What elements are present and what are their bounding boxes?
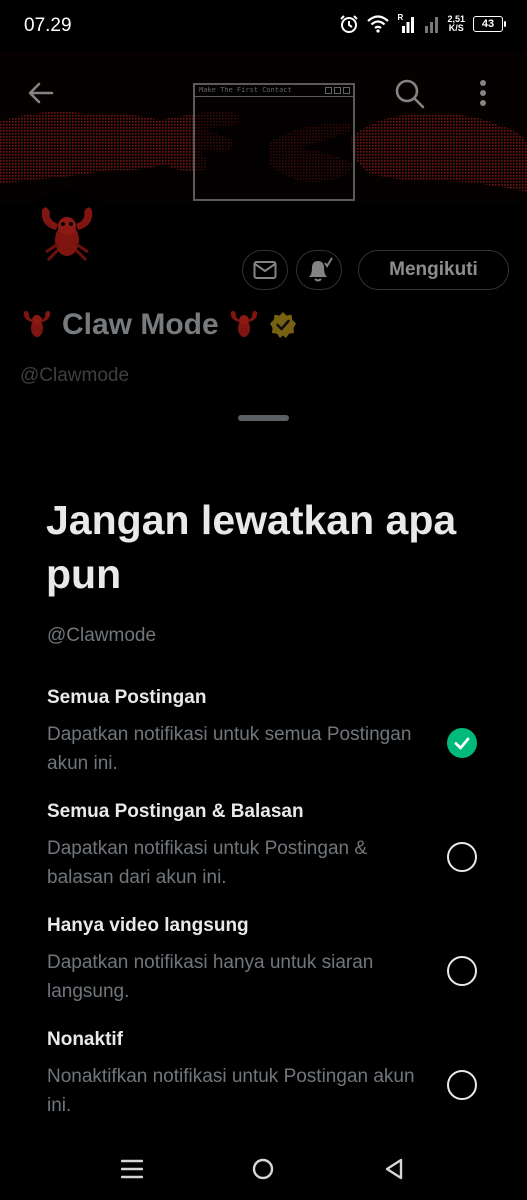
- alarm-icon: [340, 15, 359, 33]
- option-title: Nonaktif: [47, 1029, 123, 1050]
- option-title: Semua Postingan: [47, 687, 207, 708]
- search-button[interactable]: [394, 78, 426, 115]
- sheet-handle: @Clawmode: [47, 625, 157, 646]
- profile-handle: @Clawmode: [20, 365, 130, 386]
- arrow-left-icon: [28, 82, 54, 104]
- lobster-emoji-icon: [23, 310, 51, 337]
- recent-apps-button[interactable]: [120, 1158, 144, 1185]
- option-title: Hanya video langsung: [47, 915, 249, 936]
- status-bar: 07.29 R 2,51 K/S 43: [0, 0, 527, 52]
- radio-unselected[interactable]: [447, 842, 477, 872]
- option-title: Semua Postingan & Balasan: [47, 801, 304, 822]
- option-live-video-only[interactable]: Hanya video langsung Dapatkan notifikasi…: [47, 914, 497, 1014]
- radio-unselected[interactable]: [447, 1070, 477, 1100]
- network-speed: 2,51 K/S: [447, 14, 465, 33]
- search-icon: [395, 79, 425, 109]
- home-circle-icon: [252, 1158, 274, 1180]
- option-description: Dapatkan notifikasi untuk Postingan & ba…: [47, 838, 368, 888]
- radio-selected[interactable]: [447, 728, 477, 758]
- message-button[interactable]: [242, 250, 288, 290]
- envelope-icon: [253, 261, 277, 279]
- option-description: Nonaktifkan notifikasi untuk Postingan a…: [47, 1066, 415, 1116]
- retro-window-frame: Make The First Contact: [193, 83, 355, 201]
- option-all-posts[interactable]: Semua Postingan Dapatkan notifikasi untu…: [47, 686, 497, 786]
- following-button[interactable]: Mengikuti: [358, 250, 509, 290]
- notification-settings-button[interactable]: [296, 250, 342, 290]
- verified-badge-icon: [269, 312, 296, 338]
- display-name-text: Claw Mode: [62, 308, 219, 341]
- more-vertical-icon: [480, 80, 486, 106]
- sheet-title: Jangan lewatkan apa pun: [46, 497, 457, 597]
- retro-window-title: Make The First Contact: [195, 85, 353, 97]
- option-description: Dapatkan notifikasi untuk semua Postinga…: [47, 724, 412, 774]
- profile-header: Make The First Contact Mengikuti Claw Mo…: [0, 52, 527, 430]
- option-description: Dapatkan notifikasi hanya untuk siaran l…: [47, 952, 374, 1002]
- sheet-drag-handle[interactable]: [238, 415, 289, 421]
- option-off[interactable]: Nonaktif Nonaktifkan notifikasi untuk Po…: [47, 1028, 497, 1128]
- status-time: 07.29: [24, 15, 72, 36]
- avatar[interactable]: [22, 190, 112, 280]
- menu-icon: [120, 1159, 144, 1179]
- triangle-back-icon: [385, 1158, 403, 1180]
- signal-icon-2: [425, 17, 439, 33]
- wifi-icon: [367, 15, 390, 33]
- bell-check-icon: [309, 257, 333, 282]
- retro-window-controls: [325, 87, 350, 94]
- radio-unselected[interactable]: [447, 956, 477, 986]
- checkmark-icon: [454, 737, 470, 750]
- lobster-avatar-icon: [41, 207, 93, 262]
- lobster-emoji-icon: [230, 310, 257, 337]
- signal-icon: R: [397, 13, 417, 33]
- back-button[interactable]: [26, 78, 56, 113]
- system-navigation-bar: [0, 1140, 527, 1200]
- battery-indicator: 43: [473, 16, 506, 32]
- profile-display-name: Claw Mode: [20, 308, 297, 342]
- more-options-button[interactable]: [478, 78, 488, 113]
- system-back-button[interactable]: [384, 1158, 404, 1185]
- notification-bottom-sheet: Jangan lewatkan apa pun @Clawmode Semua …: [0, 400, 527, 1200]
- status-icons: R 2,51 K/S 43: [339, 13, 506, 34]
- profile-banner: Make The First Contact: [0, 52, 527, 202]
- home-button[interactable]: [252, 1158, 274, 1185]
- option-posts-and-replies[interactable]: Semua Postingan & Balasan Dapatkan notif…: [47, 800, 497, 900]
